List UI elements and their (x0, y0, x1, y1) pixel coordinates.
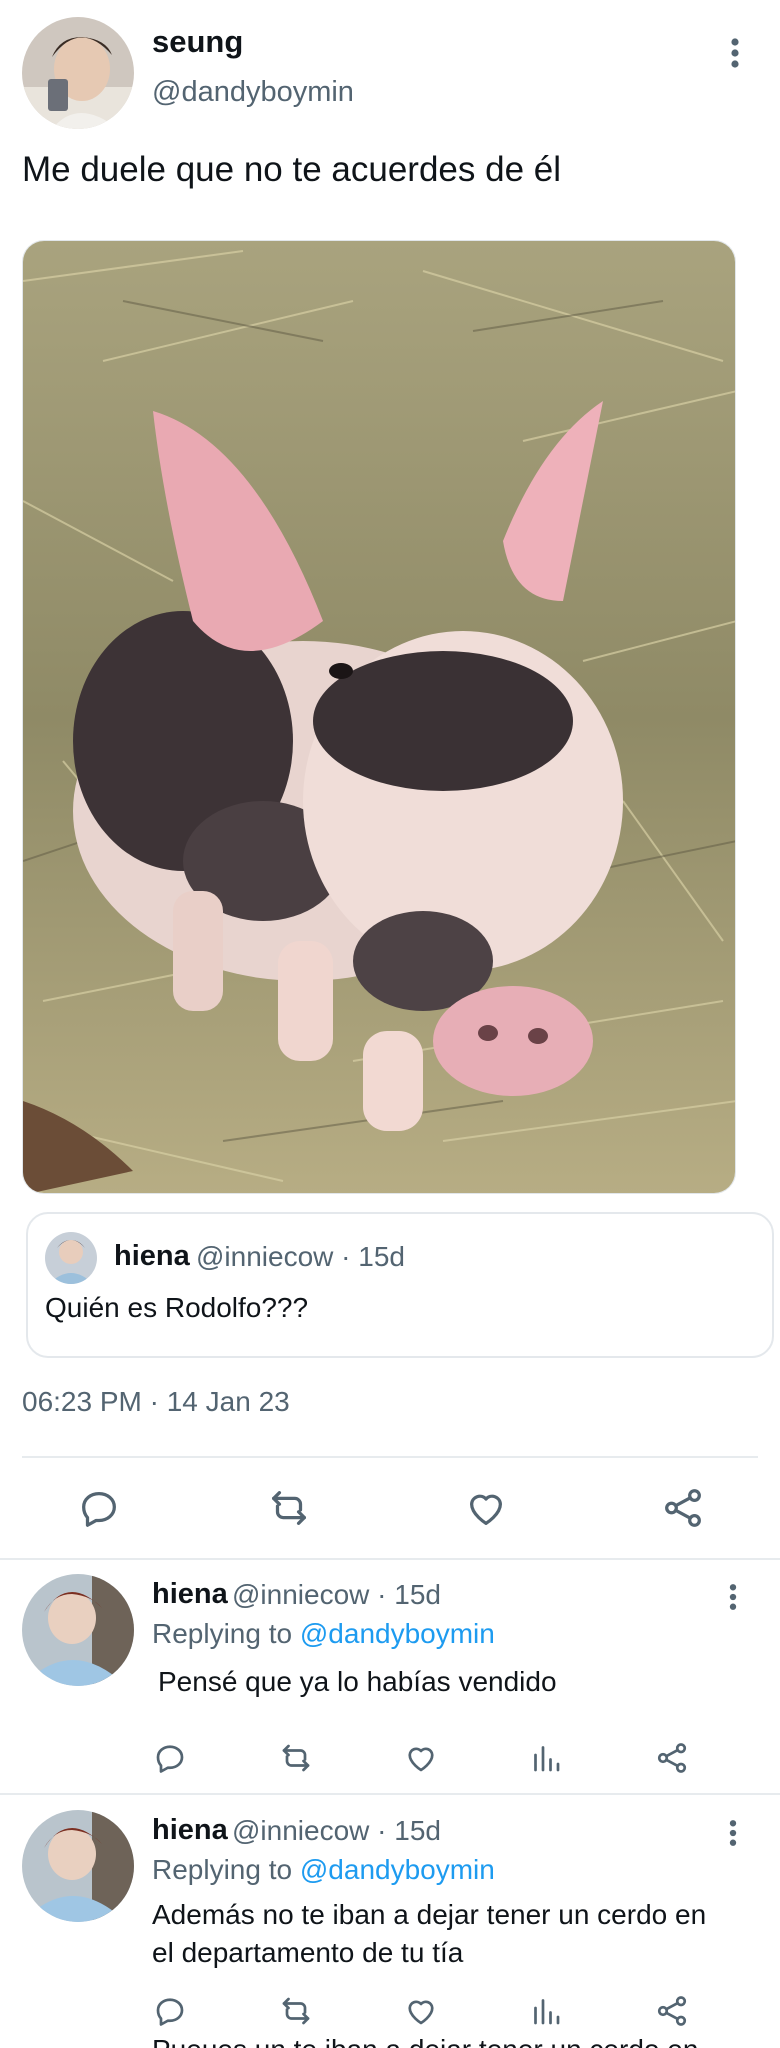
author-name[interactable]: seung (152, 24, 243, 60)
divider (0, 1558, 780, 1560)
next-reply-text-partial: Pueues un te iban a dejar tener un cerdo… (152, 2030, 698, 2048)
like-icon[interactable] (463, 1485, 509, 1531)
replying-prefix: Replying to (152, 1854, 293, 1885)
divider (22, 1456, 758, 1458)
reply-avatar[interactable] (22, 1810, 134, 1922)
share-icon[interactable] (654, 1740, 690, 1776)
replying-mention[interactable]: @dandyboymin (300, 1618, 495, 1649)
reply-icon[interactable] (76, 1485, 122, 1531)
author-handle[interactable]: @dandyboymin (152, 76, 354, 109)
replying-mention[interactable]: @dandyboymin (300, 1854, 495, 1885)
quoted-tweet[interactable] (26, 1212, 774, 1358)
replying-to: Replying to @dandyboymin (152, 1854, 495, 1886)
reply-avatar[interactable] (22, 1574, 134, 1686)
pig-photo-icon (23, 241, 735, 1193)
retweet-icon[interactable] (278, 1993, 314, 2029)
reply-meta: @inniecow · 15d (232, 1815, 441, 1846)
more-options-icon[interactable] (718, 1818, 748, 1848)
retweet-icon[interactable] (278, 1740, 314, 1776)
like-icon[interactable] (403, 1993, 439, 2029)
quoted-text: Quién es Rodolfo??? (45, 1292, 309, 1323)
tweet-photo[interactable] (22, 240, 736, 1194)
like-icon[interactable] (403, 1740, 439, 1776)
views-icon[interactable] (528, 1993, 564, 2029)
more-options-icon[interactable] (718, 1582, 748, 1612)
quoted-name[interactable]: hiena (114, 1240, 190, 1273)
more-options-icon[interactable] (718, 36, 752, 70)
divider (0, 1793, 780, 1795)
quoted-avatar[interactable] (45, 1232, 97, 1284)
replying-prefix: Replying to (152, 1618, 293, 1649)
replying-to: Replying to @dandyboymin (152, 1618, 495, 1650)
reply-text-line: Además no te iban a dejar tener un cerdo… (152, 1899, 707, 1930)
reply-text-line: el departamento de tu tía (152, 1937, 464, 1968)
tweet-text: Me duele que no te acuerdes de él (22, 150, 561, 189)
quoted-meta: @inniecow · 15d (196, 1241, 405, 1272)
author-avatar[interactable] (22, 17, 134, 129)
reply-meta: @inniecow · 15d (232, 1579, 441, 1610)
reply-text: Pensé que ya lo habías vendido (158, 1666, 557, 1697)
reply-name[interactable]: hiena (152, 1814, 228, 1847)
tweet-timestamp[interactable]: 06:23 PM · 14 Jan 23 (22, 1386, 290, 1418)
share-icon[interactable] (654, 1993, 690, 2029)
reply-icon[interactable] (152, 1993, 188, 2029)
reply-icon[interactable] (152, 1740, 188, 1776)
retweet-icon[interactable] (266, 1485, 312, 1531)
views-icon[interactable] (528, 1740, 564, 1776)
reply-name[interactable]: hiena (152, 1578, 228, 1611)
share-icon[interactable] (660, 1485, 706, 1531)
